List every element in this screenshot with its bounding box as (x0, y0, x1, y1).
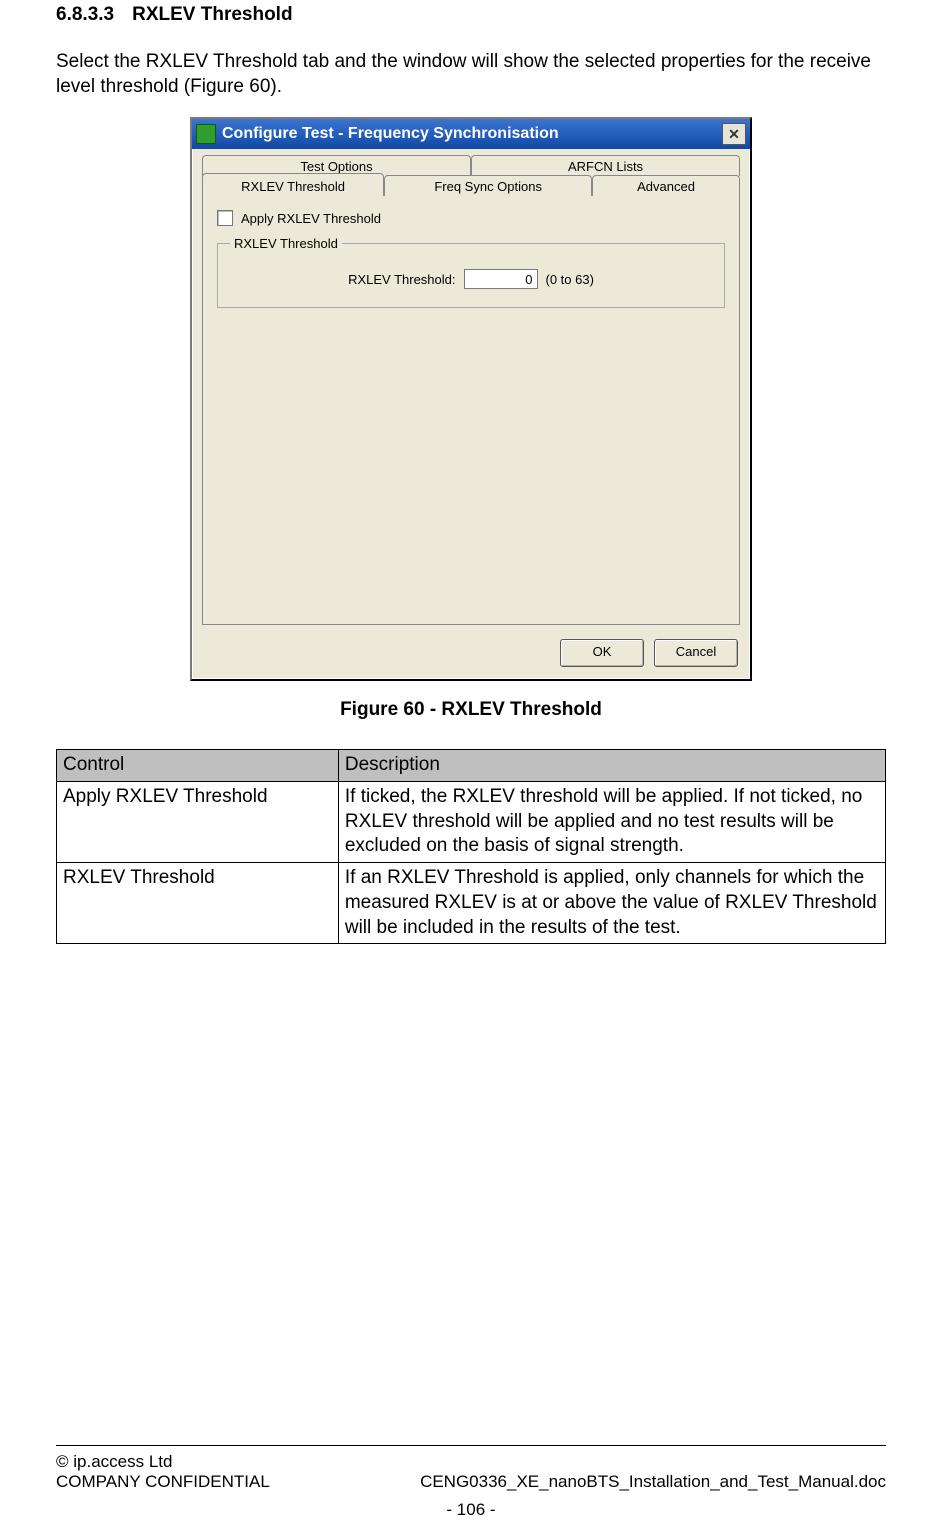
tab-rxlev-threshold[interactable]: RXLEV Threshold (202, 173, 384, 196)
close-icon: ✕ (728, 126, 740, 143)
dialog-button-row: OK Cancel (192, 631, 750, 679)
dialog-window: Configure Test - Frequency Synchronisati… (190, 117, 752, 681)
cancel-button[interactable]: Cancel (654, 639, 738, 667)
groupbox-legend: RXLEV Threshold (230, 236, 342, 251)
figure-caption: Figure 60 - RXLEV Threshold (56, 699, 886, 721)
titlebar[interactable]: Configure Test - Frequency Synchronisati… (192, 119, 750, 149)
rxlev-threshold-group: RXLEV Threshold RXLEV Threshold: 0 (0 to… (217, 236, 725, 308)
ok-button[interactable]: OK (560, 639, 644, 667)
section-heading: 6.8.3.3 RXLEV Threshold (56, 4, 886, 26)
rxlev-field-hint: (0 to 63) (546, 272, 594, 287)
section-number: 6.8.3.3 (56, 4, 114, 26)
table-cell-control: RXLEV Threshold (57, 863, 339, 944)
table-cell-description: If ticked, the RXLEV threshold will be a… (338, 782, 885, 863)
rxlev-field-label: RXLEV Threshold: (348, 272, 455, 287)
close-button[interactable]: ✕ (722, 123, 746, 145)
table-cell-description: If an RXLEV Threshold is applied, only c… (338, 863, 885, 944)
table-header-description: Description (338, 750, 885, 782)
app-icon (196, 124, 216, 144)
section-title: RXLEV Threshold (132, 4, 292, 26)
rxlev-threshold-input[interactable]: 0 (464, 269, 538, 289)
tab-freq-sync-options[interactable]: Freq Sync Options (384, 175, 592, 196)
footer-separator (56, 1445, 886, 1446)
table-cell-control: Apply RXLEV Threshold (57, 782, 339, 863)
table-header-control: Control (57, 750, 339, 782)
tab-strip: Test Options ARFCN Lists RXLEV Threshold… (192, 149, 750, 196)
apply-rxlev-label: Apply RXLEV Threshold (241, 211, 381, 226)
window-title: Configure Test - Frequency Synchronisati… (222, 125, 559, 143)
intro-paragraph: Select the RXLEV Threshold tab and the w… (56, 50, 886, 99)
apply-rxlev-checkbox[interactable] (217, 210, 233, 226)
controls-table: Control Description Apply RXLEV Threshol… (56, 749, 886, 944)
table-row: Apply RXLEV Threshold If ticked, the RXL… (57, 782, 886, 863)
footer-docname: CENG0336_XE_nanoBTS_Installation_and_Tes… (420, 1472, 886, 1492)
footer-page-number: - 106 - (0, 1500, 942, 1520)
table-row: RXLEV Threshold If an RXLEV Threshold is… (57, 863, 886, 944)
screenshot-figure: Configure Test - Frequency Synchronisati… (56, 117, 886, 681)
footer-copyright: © ip.access Ltd (56, 1452, 172, 1472)
tab-arfcn-lists[interactable]: ARFCN Lists (471, 155, 740, 176)
footer-confidential: COMPANY CONFIDENTIAL (56, 1472, 270, 1492)
tab-advanced[interactable]: Advanced (592, 175, 740, 196)
tab-panel: Apply RXLEV Threshold RXLEV Threshold RX… (202, 195, 740, 625)
